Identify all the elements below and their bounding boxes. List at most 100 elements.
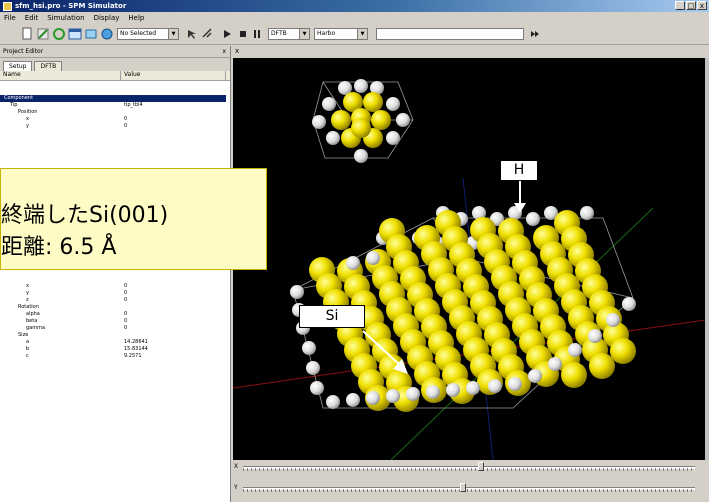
mode-combo[interactable]: DFTB ▼ xyxy=(268,28,310,40)
property-value: 0 xyxy=(124,283,128,289)
property-name: a xyxy=(26,339,30,345)
silicon-atom xyxy=(351,118,371,138)
molecule-scene xyxy=(233,79,705,460)
property-value: 15.83144 xyxy=(124,346,148,352)
silicon-atom xyxy=(331,110,351,130)
hydrogen-atom xyxy=(526,212,540,226)
window-controls: _ □ x xyxy=(675,1,707,10)
property-row[interactable]: Rotation xyxy=(0,304,226,311)
project-editor-panel: Project Editor x Setup DFTB Name Value C… xyxy=(0,46,231,502)
property-row[interactable]: x0 xyxy=(0,116,226,123)
property-row[interactable]: alpha 0 xyxy=(0,311,226,318)
property-value: tip_tbl4 xyxy=(124,102,143,108)
x-slider-thumb[interactable] xyxy=(478,462,485,471)
property-row[interactable]: Size xyxy=(0,332,226,339)
selection-combo[interactable]: No Selected ▼ xyxy=(117,28,179,40)
property-row[interactable]: y0 xyxy=(0,123,226,130)
hydrogen-atom xyxy=(508,377,522,391)
property-row[interactable]: x0 xyxy=(0,283,226,290)
selection-combo-value: No Selected xyxy=(120,30,157,37)
property-row[interactable]: Component xyxy=(0,95,226,102)
menu-display[interactable]: Display xyxy=(94,14,120,22)
property-name: alpha xyxy=(26,311,40,317)
toolbar: No Selected ▼ DFTB ▼ Harbo ▼ xyxy=(0,23,709,45)
property-name: y xyxy=(26,123,29,129)
menu-file[interactable]: File xyxy=(4,14,16,22)
silicon-label: Si xyxy=(299,305,365,328)
silicon-atom xyxy=(610,338,636,364)
tip-cluster xyxy=(312,79,410,163)
hydrogen-atom xyxy=(354,149,368,163)
tab-dftb[interactable]: DFTB xyxy=(34,61,63,71)
callout-line-2: 距離: 6.5 Å xyxy=(1,235,117,260)
select-arrow-icon[interactable] xyxy=(185,27,199,41)
callout-line-1: 終端したSi(001) xyxy=(1,203,169,228)
new-file-icon[interactable] xyxy=(20,27,34,41)
title-bar: sfm_hsi.pro - SPM Simulator _ □ x xyxy=(0,0,709,12)
tab-setup[interactable]: Setup xyxy=(3,61,33,71)
y-slider-label: Y xyxy=(234,484,238,491)
silicon-atom xyxy=(589,353,615,379)
method-combo[interactable]: Harbo ▼ xyxy=(314,28,368,40)
property-name: y xyxy=(26,290,29,296)
hydrogen-atom xyxy=(622,297,636,311)
list-icon[interactable] xyxy=(84,27,98,41)
viewport-scrollbar[interactable] xyxy=(705,58,709,460)
fast-forward-icon[interactable] xyxy=(528,27,542,41)
menu-help[interactable]: Help xyxy=(128,14,144,22)
window-icon[interactable] xyxy=(68,27,82,41)
property-row[interactable]: c 9.2571 xyxy=(0,353,226,360)
project-editor-tabs: Setup DFTB xyxy=(0,58,230,71)
x-slider[interactable]: X xyxy=(233,462,705,472)
position-sliders: X Y xyxy=(233,460,705,502)
3d-viewport[interactable] xyxy=(233,58,705,460)
property-row[interactable]: beta 0 xyxy=(0,318,226,325)
window-title: sfm_hsi.pro - SPM Simulator xyxy=(15,2,127,10)
property-row[interactable]: Tip tip_tbl4 xyxy=(0,102,226,109)
y-slider[interactable]: Y xyxy=(233,483,705,493)
property-row[interactable]: y0 xyxy=(0,290,226,297)
chevron-down-icon: ▼ xyxy=(357,29,367,39)
refresh-icon[interactable] xyxy=(52,27,66,41)
minimize-button[interactable]: _ xyxy=(675,1,685,10)
y-slider-thumb[interactable] xyxy=(459,483,466,492)
maximize-button[interactable]: □ xyxy=(686,1,696,10)
hydrogen-atom xyxy=(346,256,360,270)
hydrogen-arrow xyxy=(514,181,526,213)
property-row[interactable]: Position xyxy=(0,109,226,116)
mode-combo-value: DFTB xyxy=(271,30,287,37)
property-name: Size xyxy=(18,332,29,338)
close-button[interactable]: x xyxy=(697,1,707,10)
edit-pencil-icon[interactable] xyxy=(36,27,50,41)
project-editor-header: Project Editor x xyxy=(0,46,230,58)
globe-icon[interactable] xyxy=(100,27,114,41)
viewport-close-icon[interactable]: x xyxy=(235,47,239,55)
chevron-down-icon: ▼ xyxy=(168,29,178,39)
hydrogen-atom xyxy=(406,387,420,401)
hydrogen-atom xyxy=(346,393,360,407)
property-row[interactable]: z0 xyxy=(0,297,226,304)
property-row[interactable]: b 15.83144 xyxy=(0,346,226,353)
property-value: 0 xyxy=(124,290,128,296)
play-icon[interactable] xyxy=(220,27,234,41)
stop-icon[interactable] xyxy=(236,27,250,41)
property-value: 0 xyxy=(124,325,128,331)
pause-icon[interactable] xyxy=(250,27,264,41)
property-name: x xyxy=(26,116,29,122)
property-name: c xyxy=(26,353,29,359)
column-name[interactable]: Name xyxy=(0,71,121,80)
hydrogen-atom xyxy=(588,329,602,343)
property-row[interactable]: a 14.28641 xyxy=(0,339,226,346)
hydrogen-atom xyxy=(446,383,460,397)
silicon-atom xyxy=(363,92,383,112)
hydrogen-atom xyxy=(386,131,400,145)
property-name: z xyxy=(26,297,29,303)
menu-edit[interactable]: Edit xyxy=(25,14,39,22)
hydrogen-atom xyxy=(306,361,320,375)
column-value[interactable]: Value xyxy=(121,71,226,80)
property-row[interactable]: gamma 0 xyxy=(0,325,226,332)
menu-simulation[interactable]: Simulation xyxy=(47,14,84,22)
pointer-icon[interactable] xyxy=(201,27,215,41)
panel-close-icon[interactable]: x xyxy=(222,46,226,57)
hydrogen-atom xyxy=(488,379,502,393)
